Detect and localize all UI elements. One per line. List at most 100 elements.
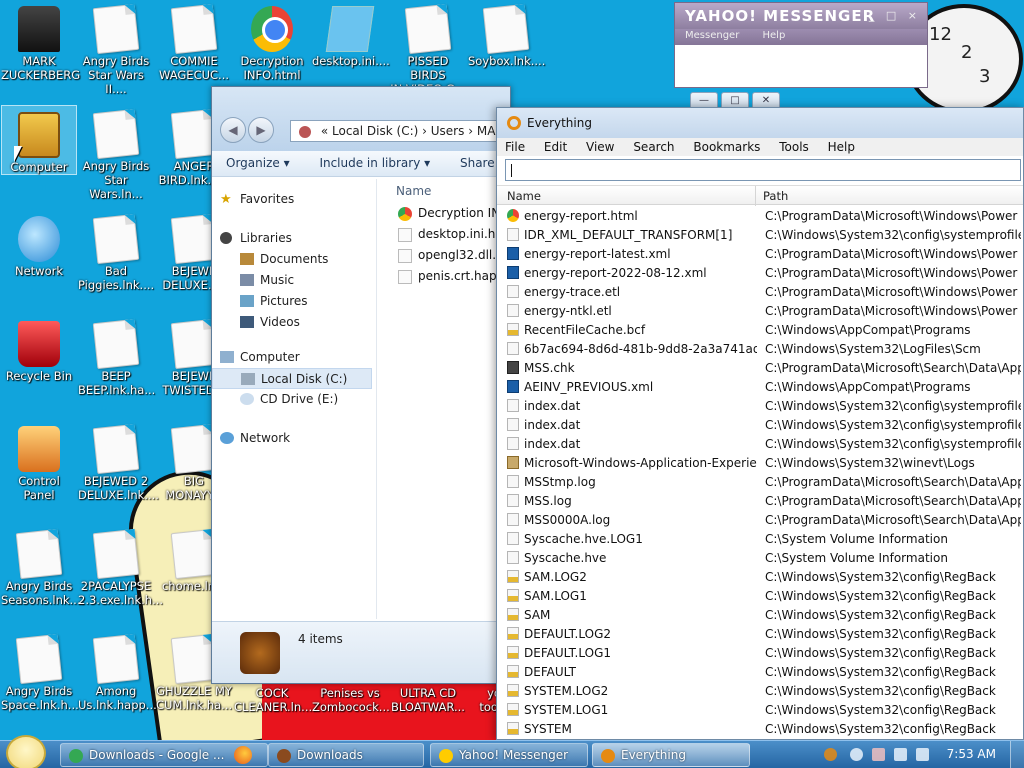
- result-row[interactable]: index.dat C:\Windows\System32\config\syst…: [497, 435, 1023, 454]
- result-row[interactable]: SYSTEM.LOG2 C:\Windows\System32\config\Re…: [497, 682, 1023, 701]
- result-row[interactable]: SAM.LOG1 C:\Windows\System32\config\RegBa…: [497, 587, 1023, 606]
- taskbar-explorer-downloads-button[interactable]: Downloads: [268, 743, 424, 767]
- result-row[interactable]: SYSTEM.LOG1 C:\Windows\System32\config\Re…: [497, 701, 1023, 720]
- file-row[interactable]: desktop.ini.hap: [382, 224, 510, 245]
- desktop-icon-commie-wagecuc[interactable]: COMMIE WAGECUC...: [156, 0, 232, 82]
- nav-documents[interactable]: Documents: [212, 249, 376, 270]
- desktop-icon-bejeweled-2-deluxe[interactable]: BEJEWED 2 DELUXE.lnk....: [78, 420, 159, 502]
- firefox-icon[interactable]: [234, 746, 252, 764]
- result-row[interactable]: IDR_XML_DEFAULT_TRANSFORM[1] C:\Windows\S…: [497, 226, 1023, 245]
- nav-videos[interactable]: Videos: [212, 312, 376, 333]
- desktop-icon-recycle-bin[interactable]: Recycle Bin: [1, 315, 77, 383]
- result-row[interactable]: MSS.log C:\ProgramData\Microsoft\Search\D…: [497, 492, 1023, 511]
- search-input[interactable]: [505, 159, 1021, 181]
- nav-computer[interactable]: Computer: [212, 347, 376, 368]
- desktop-icon-bad-piggies[interactable]: Bad Piggies.lnk....: [78, 210, 154, 292]
- result-row[interactable]: Syscache.hve.LOG1 C:\System Volume Inform…: [497, 530, 1023, 549]
- menu-file[interactable]: File: [505, 140, 525, 154]
- nav-network[interactable]: Network: [212, 428, 376, 449]
- desktop-icon-2pacalypse[interactable]: 2PACALYPSE 2.3.exe.lnk.h...: [78, 525, 163, 607]
- menu-bookmarks[interactable]: Bookmarks: [693, 140, 760, 154]
- taskbar-yahoo-messenger-button[interactable]: Yahoo! Messenger: [430, 743, 588, 767]
- desktop-icon-among-us[interactable]: Among Us.lnk.happ...: [78, 630, 157, 712]
- desktop-icon-computer[interactable]: Computer: [1, 105, 77, 175]
- result-row[interactable]: SAM.LOG2 C:\Windows\System32\config\RegBa…: [497, 568, 1023, 587]
- show-desktop-button[interactable]: [1010, 741, 1024, 768]
- desktop-icon-penises-vs-zombocock[interactable]: Penises vs Zombocock...: [312, 686, 390, 714]
- nav-libraries[interactable]: Libraries: [212, 228, 376, 249]
- menu-search[interactable]: Search: [633, 140, 674, 154]
- file-row[interactable]: Decryption INF: [382, 203, 510, 224]
- forward-button[interactable]: ▶: [248, 117, 274, 143]
- address-bar[interactable]: « Local Disk (C:) › Users › MA: [290, 120, 520, 142]
- address-part[interactable]: Local Disk (C:): [332, 124, 418, 138]
- result-row[interactable]: DEFAULT.LOG2 C:\Windows\System32\config\R…: [497, 625, 1023, 644]
- result-row[interactable]: RecentFileCache.bcf C:\Windows\AppCompat\…: [497, 321, 1023, 340]
- result-row[interactable]: index.dat C:\Windows\System32\config\syst…: [497, 397, 1023, 416]
- menu-edit[interactable]: Edit: [544, 140, 567, 154]
- desktop-icon-control-panel[interactable]: Control Panel: [1, 420, 77, 502]
- display-tray-icon[interactable]: [894, 748, 907, 761]
- action-center-icon[interactable]: [872, 748, 885, 761]
- address-part[interactable]: Users: [431, 124, 465, 138]
- result-row[interactable]: Microsoft-Windows-Application-Experien..…: [497, 454, 1023, 473]
- column-name[interactable]: Name: [507, 189, 541, 203]
- address-part[interactable]: MA: [477, 124, 496, 138]
- result-row[interactable]: DEFAULT.LOG1 C:\Windows\System32\config\R…: [497, 644, 1023, 663]
- desktop-icon-beep-beep[interactable]: BEEP BEEP.lnk.ha...: [78, 315, 155, 397]
- column-separator[interactable]: [755, 186, 756, 206]
- nav-cd-drive[interactable]: CD Drive (E:): [212, 389, 376, 410]
- network-tray-icon[interactable]: [850, 748, 863, 761]
- result-row[interactable]: SYSTEM C:\Windows\System32\config\RegBack: [497, 720, 1023, 739]
- desktop-icon-soybox[interactable]: Soybox.lnk....: [468, 0, 545, 68]
- desktop-icon-mark-zuckerberg[interactable]: MARK ZUCKERBERG: [1, 0, 80, 82]
- desktop-icon-angry-birds-star-wars[interactable]: Angry Birds Star Wars.ln...: [78, 105, 154, 201]
- result-row[interactable]: energy-report-latest.xml C:\ProgramData\M…: [497, 245, 1023, 264]
- desktop-icon-angry-birds-space[interactable]: Angry Birds Space.lnk.h...: [1, 630, 79, 712]
- result-row[interactable]: energy-report-2022-08-12.xml C:\ProgramDa…: [497, 264, 1023, 283]
- menu-help[interactable]: Help: [828, 140, 855, 154]
- result-row[interactable]: energy-trace.etl C:\ProgramData\Microsoft…: [497, 283, 1023, 302]
- result-row[interactable]: MSStmp.log C:\ProgramData\Microsoft\Searc…: [497, 473, 1023, 492]
- result-row[interactable]: MSS.chk C:\ProgramData\Microsoft\Search\D…: [497, 359, 1023, 378]
- desktop-icon-cock-cleaner[interactable]: COCK CLEANER.ln...: [234, 686, 312, 714]
- desktop-icon-network[interactable]: Network: [1, 210, 77, 278]
- menu-view[interactable]: View: [586, 140, 614, 154]
- result-row[interactable]: SAM C:\Windows\System32\config\RegBack: [497, 606, 1023, 625]
- menu-tools[interactable]: Tools: [779, 140, 809, 154]
- result-row[interactable]: MSS0000A.log C:\ProgramData\Microsoft\Sea…: [497, 511, 1023, 530]
- include-in-library-button[interactable]: Include in library ▾: [319, 156, 430, 170]
- result-row[interactable]: 6b7ac694-8d6d-481b-9dd8-2a3a741ada6d C:\W…: [497, 340, 1023, 359]
- explorer-window[interactable]: ◀ ▶ « Local Disk (C:) › Users › MA Organi…: [211, 86, 520, 684]
- organize-button[interactable]: Organize ▾: [226, 156, 290, 170]
- desktop-icon-decryption-info-html[interactable]: Decryption INFO.html: [234, 0, 310, 82]
- yahoo-menu-messenger[interactable]: Messenger: [685, 30, 739, 41]
- everything-window[interactable]: Everything File Edit View Search Bookmar…: [496, 107, 1024, 740]
- column-path[interactable]: Path: [763, 189, 788, 203]
- yahoo-menu-help[interactable]: Help: [763, 30, 786, 41]
- result-row[interactable]: Syscache.hve C:\System Volume Information: [497, 549, 1023, 568]
- desktop-icon-angry-birds-star-wars-ii[interactable]: Angry Birds Star Wars II....: [78, 0, 154, 96]
- taskbar-clock[interactable]: 7:53 AM: [947, 747, 996, 761]
- nav-favorites[interactable]: ★ Favorites: [212, 189, 376, 210]
- nav-music[interactable]: Music: [212, 270, 376, 291]
- nav-pictures[interactable]: Pictures: [212, 291, 376, 312]
- yahoo-messenger-window[interactable]: YAHOO! MESSENGER _ □ × Messenger Help: [674, 2, 928, 88]
- result-row[interactable]: energy-ntkl.etl C:\ProgramData\Microsoft\…: [497, 302, 1023, 321]
- volume-icon[interactable]: [916, 748, 929, 761]
- desktop-icon-pissed-birds[interactable]: PISSED BIRDS IN VIDEO G...: [390, 0, 466, 96]
- nav-local-disk[interactable]: Local Disk (C:): [212, 368, 372, 389]
- back-button[interactable]: ◀: [220, 117, 246, 143]
- column-header-name[interactable]: Name: [382, 179, 510, 203]
- yahoo-window-controls[interactable]: _ □ ×: [869, 9, 921, 22]
- result-row[interactable]: DEFAULT C:\Windows\System32\config\RegBac…: [497, 663, 1023, 682]
- result-row[interactable]: energy-report.html C:\ProgramData\Microso…: [497, 207, 1023, 226]
- desktop-icon-angry-birds-seasons[interactable]: Angry Birds Seasons.lnk....: [1, 525, 84, 607]
- desktop-icon-ultra-cd-bloatware[interactable]: ULTRA CD BLOATWAR...: [390, 686, 466, 714]
- start-button[interactable]: [6, 735, 46, 768]
- everything-tray-icon[interactable]: [824, 748, 837, 761]
- taskbar-everything-button[interactable]: Everything: [592, 743, 750, 767]
- desktop-icon-desktop-ini[interactable]: desktop.ini....: [312, 0, 390, 68]
- file-row[interactable]: penis.crt.happy: [382, 266, 510, 287]
- result-row[interactable]: AEINV_PREVIOUS.xml C:\Windows\AppCompat\P…: [497, 378, 1023, 397]
